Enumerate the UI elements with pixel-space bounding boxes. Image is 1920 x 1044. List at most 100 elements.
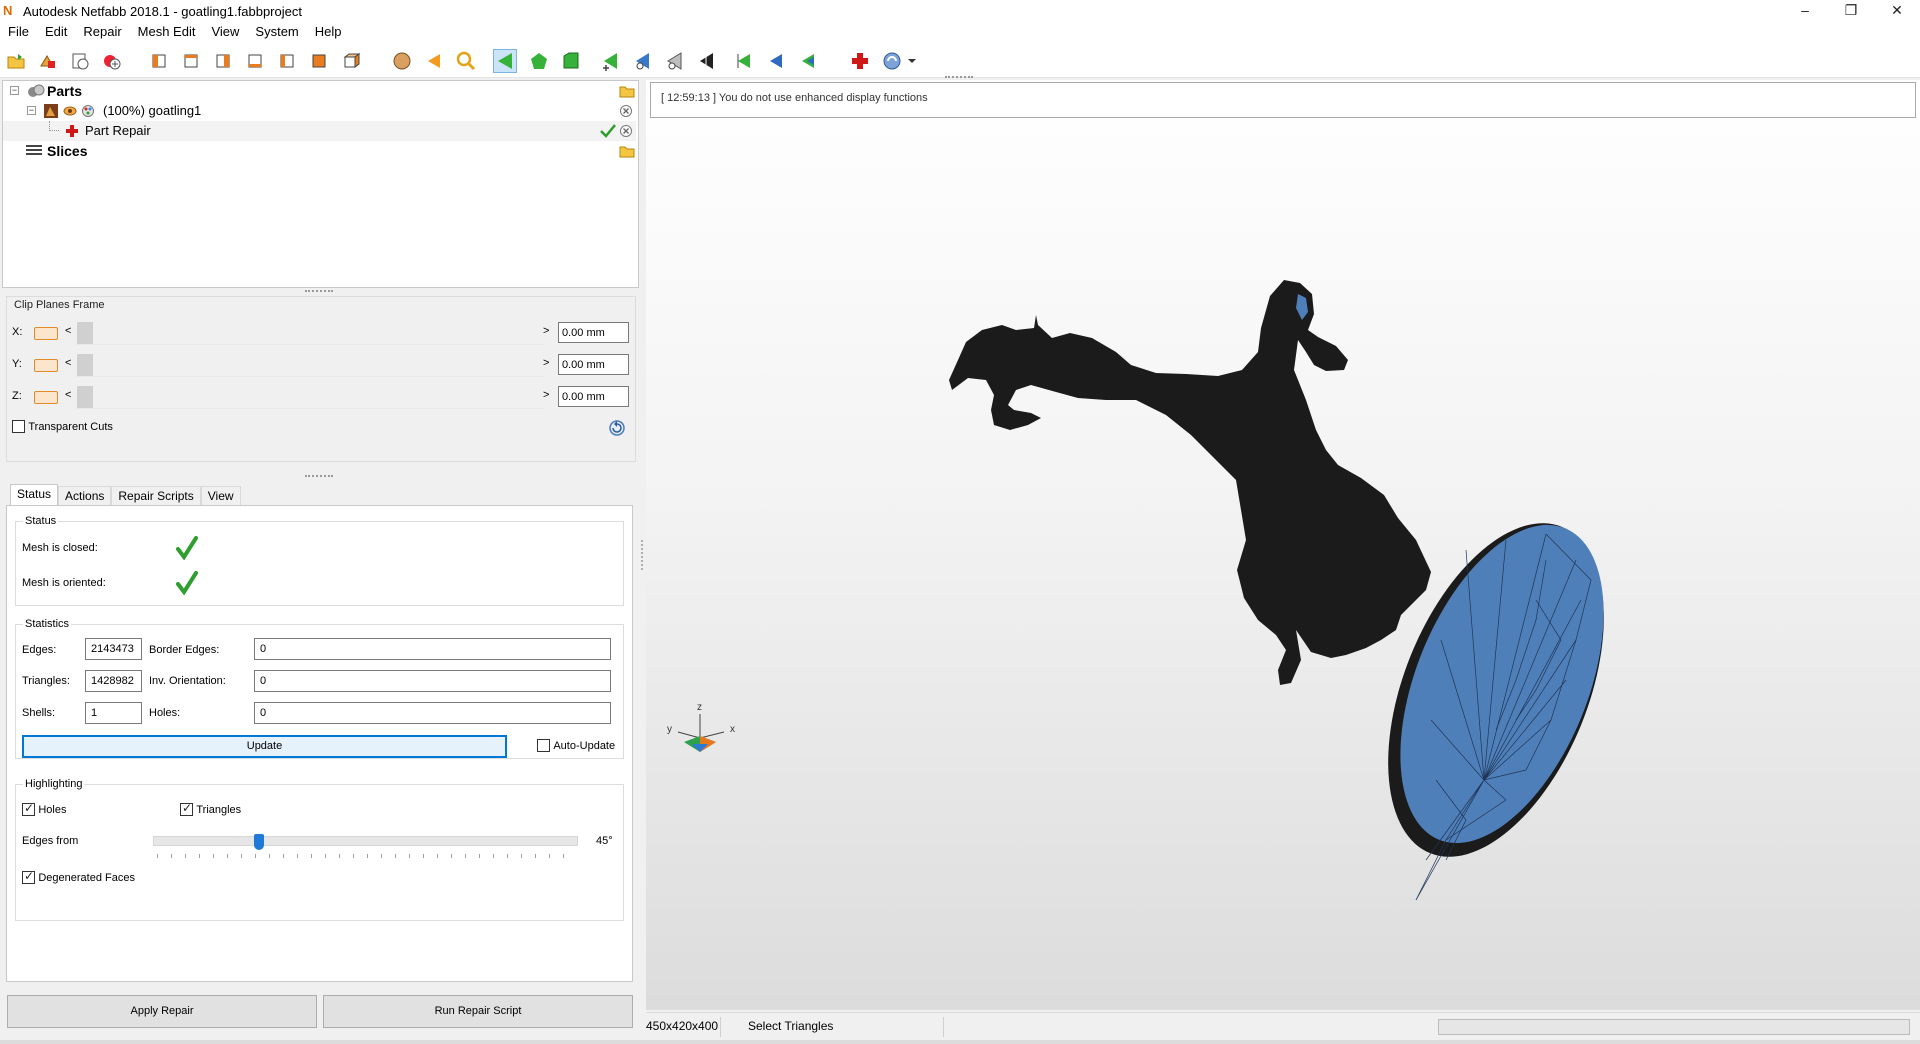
edges-from-slider-thumb[interactable] [254,834,265,850]
menu-view[interactable]: View [203,22,247,42]
update-button[interactable]: Update [22,735,507,758]
clip-toggle-z[interactable] [34,391,58,404]
border-edges-label: Border Edges: [149,644,220,656]
menu-mesh-edit[interactable]: Mesh Edit [130,22,204,42]
transparent-cuts-option[interactable]: Transparent Cuts [12,419,113,434]
clip-slider-x[interactable] [77,322,543,345]
previous-multi-icon[interactable] [796,49,820,73]
script-dropdown-icon[interactable] [880,49,920,73]
part-model-icon [43,103,59,122]
tree-row-part[interactable]: − (100%) goatling1 [3,101,636,121]
menu-file[interactable]: File [0,22,37,42]
open-folder-icon[interactable] [619,84,635,98]
view-left-icon[interactable] [212,49,236,73]
clip-value-x[interactable] [558,322,629,343]
vertical-splitter[interactable] [641,540,643,570]
previous-green-icon[interactable] [732,49,756,73]
color-palette-icon[interactable] [81,105,95,120]
confirm-check-icon[interactable] [600,124,616,138]
highlight-holes-checkbox[interactable] [22,801,35,817]
clip-toggle-x[interactable] [34,327,58,340]
repair-cross-icon[interactable] [848,49,872,73]
edges-from-slider[interactable] [153,836,578,846]
part-settings-icon[interactable] [68,49,92,73]
clip-decrease-y[interactable]: < [65,357,71,369]
tree-row-slices[interactable]: Slices [3,141,636,161]
menu-repair[interactable]: Repair [75,22,129,42]
status-group-title: Status [23,515,59,527]
clip-increase-x[interactable]: > [543,325,549,337]
3d-viewport[interactable]: z y x [646,80,1920,1010]
cancel-repair-icon[interactable] [619,124,633,138]
holes-value: 0 [254,702,611,724]
arrow-left-icon[interactable] [422,49,446,73]
clip-slider-y[interactable] [77,354,543,377]
select-black-icon[interactable] [694,49,718,73]
run-repair-script-button[interactable]: Run Repair Script [323,995,633,1028]
clip-decrease-x[interactable]: < [65,325,71,337]
auto-update-checkbox[interactable] [537,739,550,753]
tab-view[interactable]: View [200,486,241,506]
open-project-icon[interactable] [4,49,28,73]
clip-slider-thumb-z[interactable] [77,386,93,408]
tree-row-parts[interactable]: − Parts [3,81,636,101]
auto-update-label: Auto-Update [553,739,616,752]
highlight-holes-option[interactable]: Holes [22,801,66,817]
clip-value-z[interactable] [558,386,629,407]
maximize-button[interactable]: ❐ [1828,0,1874,22]
collapse-icon[interactable]: − [10,86,19,95]
view-back-icon[interactable] [180,49,204,73]
select-shell-icon[interactable] [559,49,583,73]
add-item-icon[interactable] [100,49,124,73]
tree-row-part-repair[interactable]: Part Repair [3,121,636,141]
clip-increase-z[interactable]: > [543,389,549,401]
clip-increase-y[interactable]: > [543,357,549,369]
degenerated-faces-label: Degenerated Faces [38,871,135,884]
visibility-eye-icon[interactable] [63,105,77,120]
view-right-icon[interactable] [244,49,268,73]
log-splitter-grip[interactable] [945,76,973,80]
menu-edit[interactable]: Edit [37,22,75,42]
splitter-grip[interactable] [305,290,333,294]
select-gray-icon[interactable] [662,49,686,73]
tab-status[interactable]: Status [10,484,59,506]
clip-slider-thumb-y[interactable] [77,354,93,376]
auto-update-option[interactable]: Auto-Update [537,738,616,753]
tab-actions[interactable]: Actions [58,486,112,506]
select-blue-icon[interactable] [630,49,654,73]
degenerated-faces-checkbox[interactable] [22,869,35,885]
clip-slider-thumb-x[interactable] [77,322,93,344]
previous-blue-icon[interactable] [764,49,788,73]
select-add-icon[interactable] [598,49,622,73]
highlight-triangles-checkbox[interactable] [180,801,193,817]
view-bottom-icon[interactable] [308,49,332,73]
sphere-icon[interactable] [390,49,414,73]
menu-help[interactable]: Help [307,22,350,42]
tab-repair-scripts[interactable]: Repair Scripts [111,486,201,506]
clip-decrease-z[interactable]: < [65,389,71,401]
clip-value-y[interactable] [558,354,629,375]
select-triangle-icon[interactable] [493,49,517,73]
zoom-icon[interactable] [454,49,478,73]
view-top-icon[interactable] [276,49,300,73]
apply-repair-button[interactable]: Apply Repair [7,995,317,1028]
view-iso-icon[interactable] [340,49,364,73]
menu-system[interactable]: System [247,22,306,42]
remove-part-icon[interactable] [619,104,633,118]
triangles-value: 1428982 [85,670,142,692]
add-part-icon[interactable] [36,49,60,73]
highlight-triangles-option[interactable]: Triangles [180,801,241,817]
reset-clip-icon[interactable] [608,419,626,440]
view-front-icon[interactable] [148,49,172,73]
clip-toggle-y[interactable] [34,359,58,372]
clip-slider-z[interactable] [77,386,543,409]
open-folder-icon[interactable] [619,144,635,158]
close-button[interactable]: ✕ [1874,0,1920,22]
degenerated-faces-option[interactable]: Degenerated Faces [22,869,135,885]
collapse-icon[interactable]: − [27,106,36,115]
splitter-grip[interactable] [305,475,333,479]
minimize-button[interactable]: – [1782,0,1828,22]
transparent-cuts-checkbox[interactable] [12,420,25,434]
title-bar: N Autodesk Netfabb 2018.1 - goatling1.fa… [0,0,1920,22]
select-surface-icon[interactable] [527,49,551,73]
